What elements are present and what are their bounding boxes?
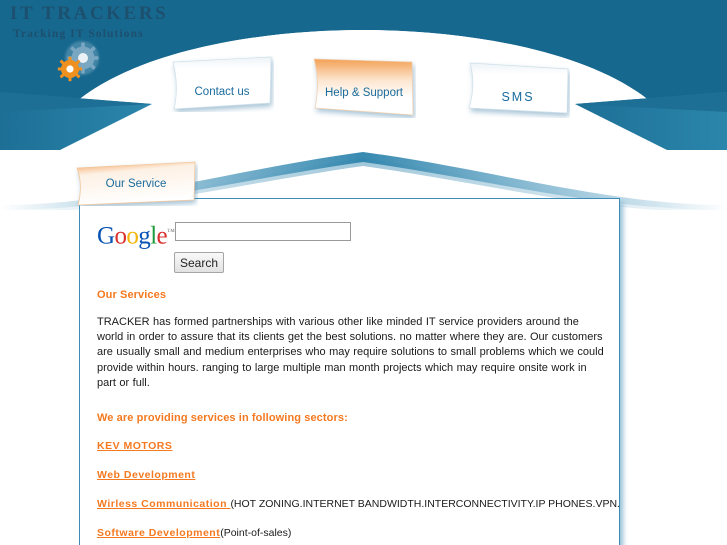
intro-paragraph: TRACKER has formed partnerships with var…: [97, 316, 604, 389]
service-link-wirless-communication[interactable]: Wirless Communication: [97, 498, 230, 510]
list-item: Software Development(Point-of-sales): [97, 527, 605, 540]
main-content-panel: Google™ Search Our Services TRACKER has …: [79, 198, 620, 545]
service-link-web-development[interactable]: Web Development: [97, 469, 195, 481]
list-item: KEV MOTORS: [97, 440, 605, 453]
google-letter-e: e: [156, 222, 168, 250]
google-logo: Google™: [97, 219, 175, 249]
section-heading-sectors: We are providing services in following s…: [97, 412, 348, 425]
gears-icon: [57, 41, 99, 82]
search-button[interactable]: Search: [174, 252, 224, 273]
nav-tab-contact-us-shape: [172, 56, 272, 110]
site-logo[interactable]: IT TRACKERS Tracking IT Solutions: [10, 3, 210, 40]
google-letter-g: g: [138, 222, 151, 250]
nav-tab-contact-us[interactable]: Contact us: [170, 56, 274, 112]
search-input[interactable]: [175, 222, 351, 241]
service-note: (HOT ZONING.INTERNET BANDWIDTH.INTERCONN…: [230, 498, 620, 511]
nav-tab-label: Our Service: [105, 178, 167, 190]
nav-tab-our-service[interactable]: Our Service: [74, 160, 198, 206]
service-link-software-development[interactable]: Software Development: [97, 527, 220, 539]
section-heading-our-services: Our Services: [97, 289, 167, 301]
google-search-widget: Google™ Search: [97, 219, 597, 273]
google-letter-o1: o: [114, 222, 127, 250]
nav-tab-label: SMS: [501, 90, 535, 104]
nav-tab-label: Contact us: [194, 86, 250, 98]
list-item: Web Development: [97, 469, 605, 482]
logo-tagline: Tracking IT Solutions: [13, 28, 144, 40]
page-root: IT TRACKERS Tracking IT Solutions Contac…: [0, 0, 727, 545]
nav-tab-label: Help & Support: [325, 87, 403, 99]
services-body: Our Services TRACKER has formed partners…: [97, 289, 619, 545]
nav-tab-help-and-support[interactable]: Help & Support: [312, 56, 416, 118]
google-letter-G: G: [97, 222, 115, 250]
service-link-kev-motors[interactable]: KEV MOTORS: [97, 440, 172, 452]
nav-tab-sms[interactable]: SMS: [466, 62, 570, 118]
trademark-symbol: ™: [167, 227, 175, 236]
logo-title: IT TRACKERS: [10, 3, 169, 24]
google-letter-o2: o: [126, 222, 139, 250]
list-item: Wirless Communication (HOT ZONING.INTERN…: [97, 498, 619, 511]
service-note: (Point-of-sales): [220, 527, 292, 540]
